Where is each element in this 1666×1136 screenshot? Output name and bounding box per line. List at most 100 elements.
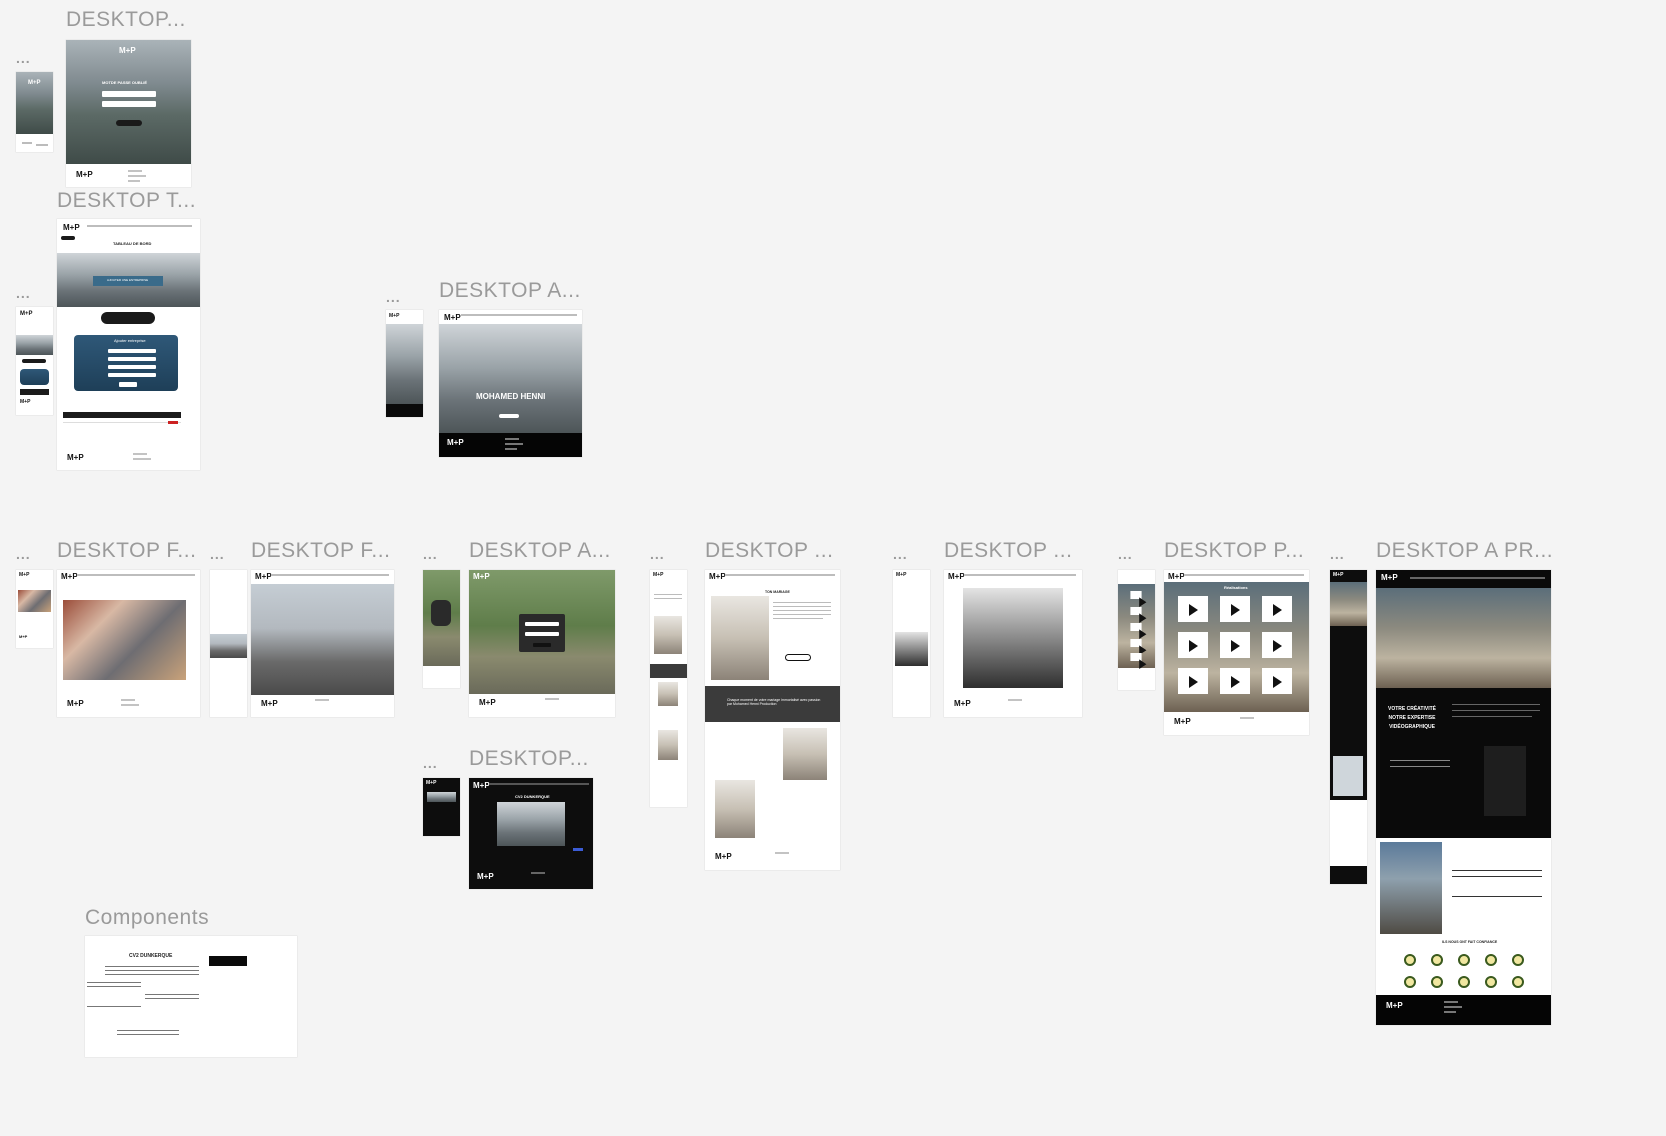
video-thumbnail[interactable] — [1220, 632, 1250, 658]
frame-menu-dots[interactable]: ... — [210, 546, 225, 562]
video-player[interactable] — [497, 802, 565, 846]
footer-link[interactable] — [1240, 717, 1254, 719]
video-thumbnail[interactable] — [1262, 596, 1292, 622]
frame-menu-dots[interactable]: ... — [1118, 546, 1133, 562]
footer-link[interactable] — [505, 438, 519, 440]
mobile-frame[interactable] — [210, 570, 247, 717]
footer-link[interactable] — [133, 453, 147, 455]
footer-link[interactable] — [121, 699, 135, 701]
components-label[interactable]: Components — [85, 906, 209, 930]
frame-label[interactable]: DESKTOP T... — [57, 189, 196, 213]
frame-label[interactable]: DESKTOP F... — [57, 539, 196, 563]
desktop-frame-wedding[interactable]: M+P TON MARIAGE Chaque moment de votre m… — [705, 570, 840, 870]
desktop-frame-about[interactable]: M+P MOHAMED HENNI M+P — [439, 310, 582, 457]
footer-link[interactable] — [315, 699, 329, 701]
footer-link[interactable] — [1444, 1011, 1456, 1013]
video-thumbnail[interactable] — [1178, 668, 1208, 694]
frame-menu-dots[interactable]: ... — [386, 289, 401, 305]
top-nav[interactable] — [725, 574, 835, 576]
mobile-frame[interactable]: M+P — [16, 72, 53, 152]
frame-menu-dots[interactable]: ... — [893, 546, 908, 562]
top-nav[interactable] — [1410, 577, 1545, 579]
frame-label[interactable]: DESKTOP A PR... — [1376, 539, 1553, 563]
footer-link[interactable] — [128, 180, 140, 182]
video-thumbnail[interactable] — [427, 792, 456, 802]
desktop-frame-password-reset[interactable]: M+P MOTDE PASSE OUBLIÉ M+P — [66, 40, 191, 187]
mobile-frame[interactable]: M+P — [650, 570, 687, 807]
video-thumbnail[interactable] — [1130, 623, 1147, 639]
frame-menu-dots[interactable]: ... — [650, 546, 665, 562]
frame-label[interactable]: DESKTOP ... — [944, 539, 1072, 563]
video-thumbnail[interactable] — [1178, 632, 1208, 658]
mobile-frame[interactable] — [1118, 570, 1155, 690]
components-frame[interactable]: CV2 DUNKERQUE — [85, 936, 297, 1057]
footer-link[interactable] — [1008, 699, 1022, 701]
pill-button[interactable] — [101, 312, 155, 324]
frame-menu-dots[interactable]: ... — [423, 755, 438, 771]
cta-button[interactable] — [499, 414, 519, 418]
video-thumbnail[interactable] — [1130, 591, 1147, 607]
company-name-field[interactable] — [108, 349, 156, 353]
desktop-frame-event[interactable]: M+P M+P — [57, 570, 200, 717]
desktop-frame-login[interactable]: M+P M+P — [469, 570, 615, 717]
footer-link[interactable] — [121, 704, 139, 706]
footer-link[interactable] — [128, 175, 146, 177]
frame-label[interactable]: DESKTOP F... — [251, 539, 390, 563]
frame-label[interactable]: DESKTOP P... — [1164, 539, 1304, 563]
frame-label[interactable]: DESKTOP A... — [439, 279, 581, 303]
figma-canvas[interactable]: DESKTOP... ... M+P M+P MOTDE PASSE OUBLI… — [0, 0, 1666, 1136]
password-field[interactable] — [525, 632, 559, 636]
frame-label[interactable]: DESKTOP ... — [705, 539, 833, 563]
action-button[interactable] — [22, 359, 46, 363]
video-thumbnail[interactable] — [1220, 596, 1250, 622]
top-nav[interactable] — [77, 574, 195, 576]
frame-menu-dots[interactable]: ... — [16, 50, 31, 66]
company-siret-field[interactable] — [108, 357, 156, 361]
email-field[interactable] — [102, 91, 156, 97]
mobile-frame[interactable]: M+P — [386, 310, 423, 417]
footer-link[interactable] — [505, 448, 517, 450]
company-password-field[interactable] — [108, 373, 156, 377]
footer-link[interactable] — [545, 698, 559, 700]
frame-menu-dots[interactable]: ... — [16, 546, 31, 562]
top-nav[interactable] — [461, 314, 577, 316]
footer-link[interactable] — [1444, 1001, 1458, 1003]
desktop-frame-portrait[interactable]: M+P M+P — [944, 570, 1082, 717]
desktop-frame-about-pro[interactable]: M+P VOTRE CRÉATIVITÉ NOTRE EXPERTISE VID… — [1376, 570, 1551, 1025]
video-thumbnail[interactable] — [1220, 668, 1250, 694]
top-nav[interactable] — [964, 574, 1076, 576]
footer-link[interactable] — [531, 872, 545, 874]
delete-button[interactable] — [168, 421, 178, 424]
video-thumbnail[interactable] — [1130, 653, 1147, 669]
email-field[interactable] — [525, 622, 559, 626]
video-thumbnail[interactable] — [1262, 632, 1292, 658]
desktop-frame-cv2[interactable]: M+P CV2 DUNKERQUE M+P — [469, 778, 593, 889]
cta-button[interactable] — [785, 654, 811, 661]
frame-label[interactable]: DESKTOP... — [66, 8, 186, 32]
company-email-field[interactable] — [108, 365, 156, 369]
password-field[interactable] — [102, 101, 156, 107]
frame-label[interactable]: DESKTOP A... — [469, 539, 611, 563]
video-thumbnail[interactable] — [1130, 639, 1147, 655]
mobile-frame[interactable]: M+P — [1330, 570, 1367, 884]
mobile-frame[interactable]: M+P M+P — [16, 307, 53, 415]
video-thumbnail[interactable] — [1130, 607, 1147, 623]
footer-link[interactable] — [775, 852, 789, 854]
video-thumbnail[interactable] — [1178, 596, 1208, 622]
footer-link[interactable] — [133, 458, 151, 460]
frame-label[interactable]: DESKTOP... — [469, 747, 589, 771]
back-button[interactable] — [61, 236, 75, 240]
desktop-frame-automotive[interactable]: M+P M+P — [251, 570, 394, 717]
footer-link[interactable] — [128, 170, 142, 172]
video-thumbnail[interactable] — [1262, 668, 1292, 694]
footer-link[interactable] — [505, 443, 523, 445]
frame-menu-dots[interactable]: ... — [1330, 546, 1345, 562]
mobile-frame[interactable]: M+P — [893, 570, 930, 717]
frame-menu-dots[interactable]: ... — [423, 546, 438, 562]
login-button[interactable] — [533, 643, 551, 647]
component-nav-bar[interactable] — [209, 956, 247, 966]
top-nav[interactable] — [271, 574, 389, 576]
mobile-frame[interactable]: M+P — [423, 778, 460, 836]
desktop-frame-portfolio[interactable]: M+P Réalisations M+P — [1164, 570, 1309, 735]
top-nav[interactable] — [489, 783, 589, 785]
